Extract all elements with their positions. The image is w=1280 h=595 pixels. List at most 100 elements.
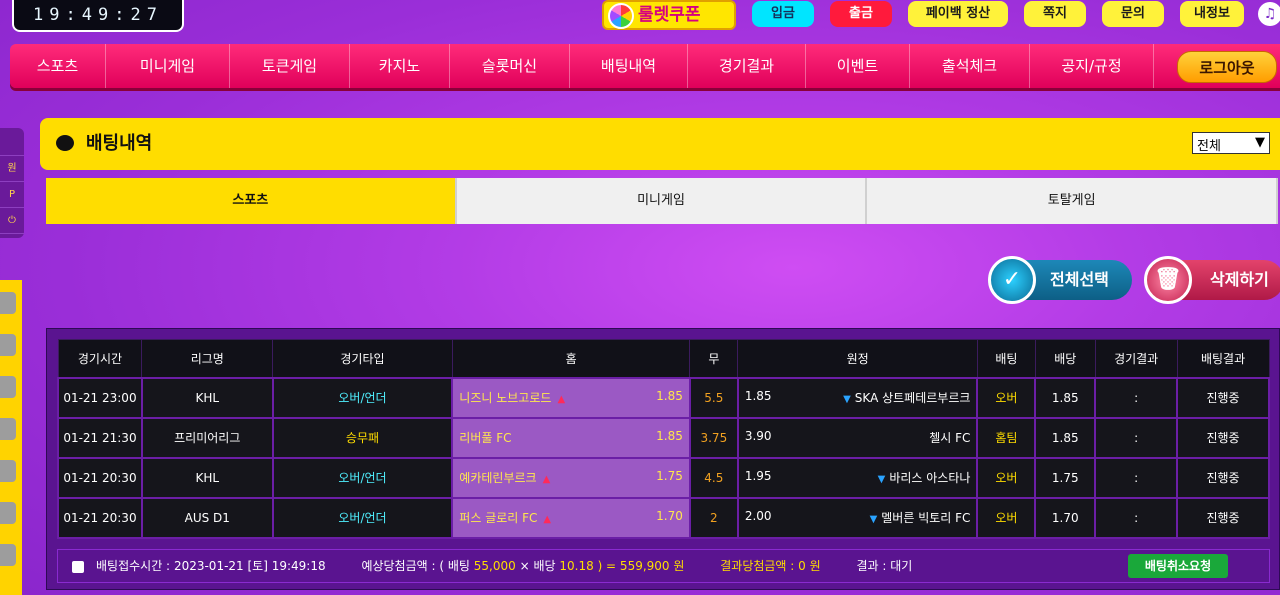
side-stub[interactable] [0, 460, 16, 482]
cell-draw[interactable]: 4.5 [688, 456, 739, 499]
cell-odds: 1.85 [1034, 376, 1097, 419]
roulette-coupon-button[interactable]: 룰렛쿠폰 [602, 0, 736, 30]
arrow-up-icon: ▲ [557, 394, 566, 405]
cell-odds: 1.85 [1034, 416, 1097, 459]
col-header: 배팅 [976, 339, 1036, 378]
cell-home[interactable]: 퍼스 글로리 FC ▲ 1.70 [451, 496, 691, 539]
home-team-name: 니즈니 노브고로드 [459, 391, 552, 405]
nav-results[interactable]: 경기결과 [688, 44, 806, 88]
table-row[interactable]: 01-21 20:30 KHL 오버/언더 예카테린부르크 ▲ 1.75 4.5 1… [57, 456, 1270, 499]
my-info-button[interactable]: 내정보 [1180, 1, 1244, 27]
top-bar: 19:49:27 룰렛쿠폰 입금 출금 페이백 정산 쪽지 문의 내정보 ♫ [0, 0, 1280, 40]
home-odds: 1.85 [656, 429, 683, 443]
nav-sports[interactable]: 스포츠 [10, 44, 106, 88]
nav-bet-history[interactable]: 배팅내역 [570, 44, 688, 88]
sidebar-label: P [0, 182, 24, 208]
cell-status: 진행중 [1176, 416, 1270, 459]
times-label: × 배당 [519, 559, 556, 573]
home-team-name: 퍼스 글로리 FC [459, 511, 538, 525]
home-team-name: 예카테린부르크 [459, 471, 537, 485]
nav-token-game[interactable]: 토큰게임 [230, 44, 350, 88]
payback-button[interactable]: 페이백 정산 [908, 1, 1008, 27]
trash-icon: 🗑 [1144, 256, 1192, 304]
cell-draw[interactable]: 5.5 [688, 376, 739, 419]
col-header: 무 [689, 339, 739, 378]
cancel-bet-button[interactable]: 배팅취소요청 [1128, 554, 1228, 578]
left-sidebar: 원 P ⏻ [0, 128, 24, 238]
side-stub[interactable] [0, 292, 16, 314]
withdraw-button[interactable]: 출금 [830, 1, 892, 27]
delete-label: 삭제하기 [1210, 270, 1269, 289]
home-odds: 1.70 [656, 509, 683, 523]
page-title: 배팅내역 [86, 133, 153, 154]
message-button[interactable]: 쪽지 [1024, 1, 1086, 27]
side-stub[interactable] [0, 334, 16, 356]
arrow-down-icon: ▼ [877, 474, 886, 485]
sidebar-power-icon[interactable]: ⏻ [0, 208, 24, 234]
bet-summary-bar: 배팅접수시간 : 2023-01-21 [토] 19:49:18 예상당첨금액 … [57, 549, 1270, 583]
table-row[interactable]: 01-21 23:00 KHL 오버/언더 니즈니 노브고로드 ▲ 1.85 5.5… [57, 376, 1270, 419]
cell-home[interactable]: 니즈니 노브고로드 ▲ 1.85 [451, 376, 691, 419]
speaker-icon[interactable]: ♫ [1258, 2, 1280, 26]
clock-display: 19:49:27 [12, 0, 184, 32]
category-tabs: 스포츠 미니게임 토탈게임 [46, 178, 1279, 224]
cell-result: : [1094, 496, 1179, 539]
cell-league: KHL [140, 456, 274, 499]
col-header: 홈 [451, 339, 691, 378]
cell-result: : [1094, 416, 1179, 459]
side-stub[interactable] [0, 544, 16, 566]
side-stub[interactable] [0, 418, 16, 440]
side-stub[interactable] [0, 502, 16, 524]
arrow-down-icon: ▼ [843, 394, 851, 405]
cell-home[interactable]: 리버풀 FC 1.85 [451, 416, 691, 459]
nav-notice[interactable]: 공지/규정 [1030, 44, 1154, 88]
away-team-name: 첼시 FC [929, 431, 971, 445]
col-header: 배당 [1034, 339, 1096, 378]
cell-bet: 오버 [976, 376, 1037, 419]
cell-type: 승무패 [271, 416, 454, 459]
filter-select[interactable]: 전체 ▼ [1192, 132, 1270, 154]
cell-draw[interactable]: 2 [688, 496, 739, 539]
cell-status: 진행중 [1176, 376, 1270, 419]
inquiry-button[interactable]: 문의 [1102, 1, 1164, 27]
cell-bet: 오버 [976, 496, 1037, 539]
nav-event[interactable]: 이벤트 [806, 44, 910, 88]
col-header: 경기타입 [272, 339, 453, 378]
away-odds: 1.85 [744, 389, 772, 403]
check-icon: ✓ [988, 256, 1036, 304]
roulette-coupon-label: 룰렛쿠폰 [638, 5, 701, 25]
nav-minigame[interactable]: 미니게임 [106, 44, 230, 88]
side-stub[interactable] [0, 376, 16, 398]
tab-total-game[interactable]: 토탈게임 [867, 178, 1279, 224]
cell-away[interactable]: 1.95 ▼ 바리스 아스타나 [736, 456, 979, 499]
table-row[interactable]: 01-21 21:30 프리미어리그 승무패 리버풀 FC 1.85 3.75 3… [57, 416, 1270, 459]
arrow-up-icon: ▲ [542, 474, 551, 485]
home-odds: 1.85 [656, 389, 683, 403]
cell-bet: 오버 [976, 456, 1037, 499]
cell-draw[interactable]: 3.75 [688, 416, 739, 459]
cell-odds: 1.75 [1034, 456, 1097, 499]
cell-type: 오버/언더 [271, 456, 454, 499]
bet-history-table: 경기시간 리그명 경기타입 홈 무 원정 배팅 배당 경기결과 배팅결과 01-… [57, 339, 1270, 539]
cell-away[interactable]: 2.00 ▼ 멜버른 빅토리 FC [736, 496, 979, 539]
select-all-button[interactable]: ✓ 전체선택 [988, 256, 1132, 304]
tab-minigame[interactable]: 미니게임 [456, 178, 868, 224]
cell-time: 01-21 21:30 [57, 416, 143, 459]
nav-casino[interactable]: 카지노 [350, 44, 450, 88]
tab-sports[interactable]: 스포츠 [46, 178, 457, 224]
nav-slot[interactable]: 슬롯머신 [450, 44, 570, 88]
delete-button[interactable]: 🗑 삭제하기 [1144, 256, 1280, 304]
page-header: 배팅내역 [40, 118, 1280, 170]
col-header: 리그명 [141, 339, 274, 378]
cell-away[interactable]: 1.85 ▼ SKA 상트페테르부르크 [736, 376, 979, 419]
cell-home[interactable]: 예카테린부르크 ▲ 1.75 [451, 456, 691, 499]
bet-select-checkbox[interactable] [72, 561, 84, 573]
table-row[interactable]: 01-21 20:30 AUS D1 오버/언더 퍼스 글로리 FC ▲ 1.70 … [57, 496, 1270, 539]
away-team-name: 멜버른 빅토리 FC [881, 511, 971, 525]
logout-button[interactable]: 로그아웃 [1177, 51, 1277, 83]
deposit-button[interactable]: 입금 [752, 1, 814, 27]
nav-attendance[interactable]: 출석체크 [910, 44, 1030, 88]
expected-label: 예상당첨금액 : ( 배팅 [361, 559, 470, 573]
away-team-name: 바리스 아스타나 [889, 471, 971, 485]
cell-away[interactable]: 3.90 첼시 FC [736, 416, 979, 459]
